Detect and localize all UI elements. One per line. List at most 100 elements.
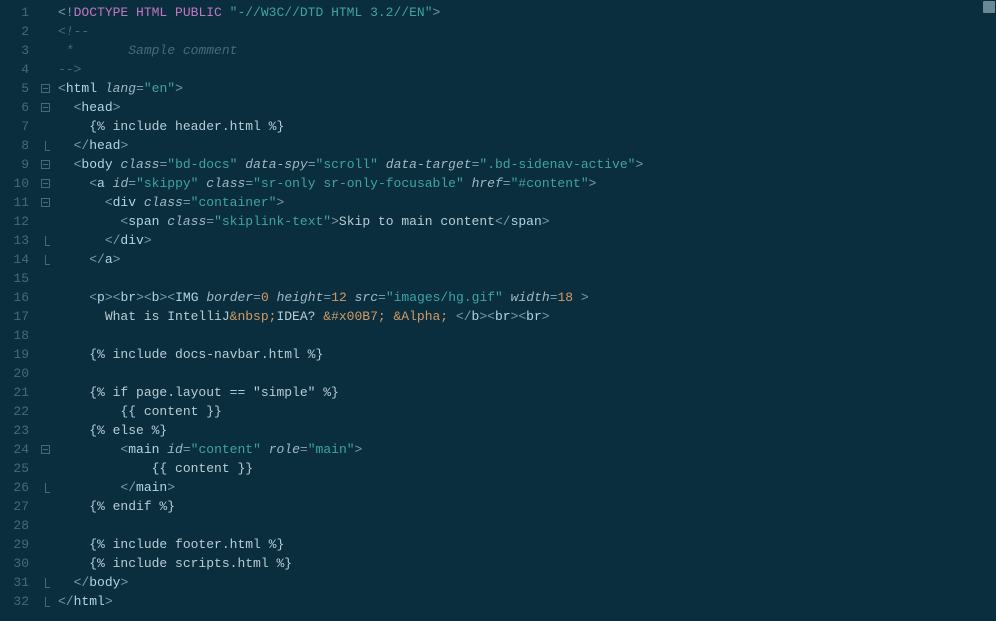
token-pun: = xyxy=(128,176,136,191)
code-line[interactable]: </html> xyxy=(58,592,996,611)
token-txt: What is IntelliJ xyxy=(105,309,230,324)
line-number: 11 xyxy=(0,193,37,212)
fold-toggle-icon[interactable] xyxy=(38,98,52,117)
line-number: 29 xyxy=(0,535,37,554)
token-str: "scroll" xyxy=(316,157,378,172)
fold-toggle-icon[interactable] xyxy=(38,440,52,459)
token-tag: head xyxy=(89,138,120,153)
code-line[interactable]: What is IntelliJ&nbsp;IDEA? &#x00B7; &Al… xyxy=(58,307,996,326)
line-number: 24 xyxy=(0,440,37,459)
token-tmpl: {% include docs-navbar.html %} xyxy=(89,347,323,362)
token-pun: = xyxy=(378,290,386,305)
fold-end-icon[interactable] xyxy=(38,136,52,155)
token-attr: src xyxy=(355,290,378,305)
code-line[interactable] xyxy=(58,516,996,535)
fold-spacer xyxy=(38,41,52,60)
fold-toggle-icon[interactable] xyxy=(38,155,52,174)
code-line[interactable] xyxy=(58,364,996,383)
token-num: 12 xyxy=(331,290,347,305)
fold-end-icon[interactable] xyxy=(38,250,52,269)
code-line[interactable]: {{ content }} xyxy=(58,402,996,421)
token-tag: IMG xyxy=(175,290,206,305)
scrollbar-thumb[interactable] xyxy=(983,1,995,13)
line-number: 7 xyxy=(0,117,37,136)
code-line[interactable]: {% include header.html %} xyxy=(58,117,996,136)
fold-spacer xyxy=(38,402,52,421)
code-line[interactable]: --> xyxy=(58,60,996,79)
token-pun: </ xyxy=(105,233,121,248)
token-tag: html xyxy=(66,81,105,96)
code-line[interactable]: <head> xyxy=(58,98,996,117)
fold-end-icon[interactable] xyxy=(38,231,52,250)
code-line[interactable] xyxy=(58,326,996,345)
token-tag: br xyxy=(526,309,542,324)
fold-end-icon[interactable] xyxy=(38,592,52,611)
token-str: ".bd-sidenav-active" xyxy=(479,157,635,172)
token-attr: class xyxy=(167,214,206,229)
fold-end-icon[interactable] xyxy=(38,573,52,592)
code-editor[interactable]: 1234567891011121314151617181920212223242… xyxy=(0,0,996,621)
code-line[interactable]: </head> xyxy=(58,136,996,155)
token-tmpl: {{ content }} xyxy=(120,404,221,419)
fold-toggle-icon[interactable] xyxy=(38,193,52,212)
fold-end-icon[interactable] xyxy=(38,478,52,497)
token-pun: < xyxy=(89,290,97,305)
code-line[interactable]: </main> xyxy=(58,478,996,497)
fold-spacer xyxy=(38,516,52,535)
token-attr: data-spy xyxy=(245,157,307,172)
code-line[interactable]: {{ content }} xyxy=(58,459,996,478)
code-line[interactable]: <!DOCTYPE HTML PUBLIC "-//W3C//DTD HTML … xyxy=(58,3,996,22)
token-pun: > xyxy=(175,81,183,96)
line-number: 31 xyxy=(0,573,37,592)
fold-toggle-icon[interactable] xyxy=(38,79,52,98)
token-tag xyxy=(378,157,386,172)
fold-spacer xyxy=(38,269,52,288)
fold-spacer xyxy=(38,459,52,478)
code-line[interactable]: </div> xyxy=(58,231,996,250)
token-pun: > xyxy=(105,594,113,609)
code-area[interactable]: <!DOCTYPE HTML PUBLIC "-//W3C//DTD HTML … xyxy=(52,0,996,621)
code-line[interactable]: <main id="content" role="main"> xyxy=(58,440,996,459)
fold-column[interactable] xyxy=(38,0,52,621)
code-line[interactable]: <p><br><b><IMG border=0 height=12 src="i… xyxy=(58,288,996,307)
token-str: "en" xyxy=(144,81,175,96)
code-line[interactable]: <html lang="en"> xyxy=(58,79,996,98)
token-attr: border xyxy=(206,290,253,305)
code-line[interactable]: <body class="bd-docs" data-spy="scroll" … xyxy=(58,155,996,174)
code-line[interactable]: </a> xyxy=(58,250,996,269)
fold-spacer xyxy=(38,554,52,573)
code-line[interactable]: <a id="skippy" class="sr-only sr-only-fo… xyxy=(58,174,996,193)
token-pun: > xyxy=(355,442,363,457)
code-line[interactable] xyxy=(58,269,996,288)
fold-toggle-icon[interactable] xyxy=(38,174,52,193)
fold-spacer xyxy=(38,22,52,41)
code-line[interactable]: {% include footer.html %} xyxy=(58,535,996,554)
line-number: 12 xyxy=(0,212,37,231)
token-attr: class xyxy=(144,195,183,210)
code-line[interactable]: </body> xyxy=(58,573,996,592)
code-line[interactable]: <span class="skiplink-text">Skip to main… xyxy=(58,212,996,231)
line-number: 3 xyxy=(0,41,37,60)
token-pun: < xyxy=(89,176,97,191)
token-tag: div xyxy=(120,233,143,248)
code-line[interactable]: {% endif %} xyxy=(58,497,996,516)
code-line[interactable]: {% else %} xyxy=(58,421,996,440)
code-line[interactable]: {% include docs-navbar.html %} xyxy=(58,345,996,364)
token-pun: > xyxy=(542,309,550,324)
line-number: 5 xyxy=(0,79,37,98)
line-number: 2 xyxy=(0,22,37,41)
code-line[interactable]: * Sample comment xyxy=(58,41,996,60)
token-tmpl: {% include header.html %} xyxy=(89,119,284,134)
code-line[interactable]: {% if page.layout == "simple" %} xyxy=(58,383,996,402)
code-line[interactable]: <div class="container"> xyxy=(58,193,996,212)
token-txt: IDEA? xyxy=(276,309,323,324)
token-tag xyxy=(464,176,472,191)
token-tag: span xyxy=(511,214,542,229)
code-line[interactable]: <!-- xyxy=(58,22,996,41)
token-pun: > xyxy=(113,252,121,267)
token-attr: lang xyxy=(105,81,136,96)
code-line[interactable]: {% include scripts.html %} xyxy=(58,554,996,573)
token-txt: Skip to main content xyxy=(339,214,495,229)
token-tag: head xyxy=(81,100,112,115)
token-pun: < xyxy=(105,195,113,210)
